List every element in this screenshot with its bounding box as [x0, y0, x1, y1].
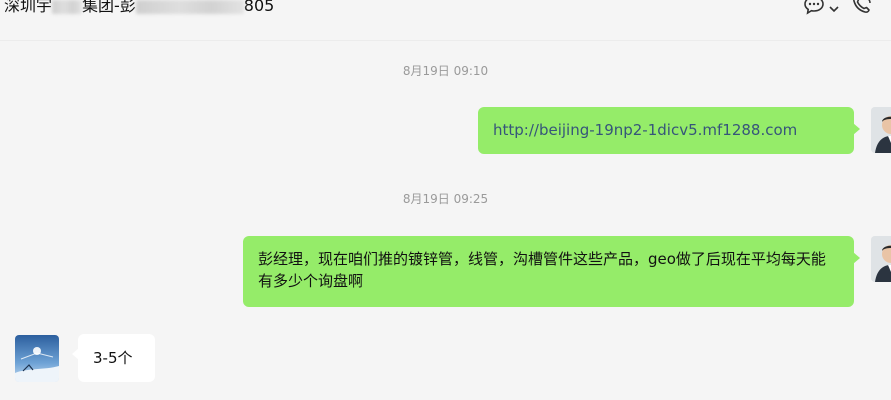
my-avatar[interactable]: [871, 107, 891, 153]
voice-call-button[interactable]: [851, 0, 873, 19]
message-text: 3-5个: [93, 349, 133, 367]
chat-title[interactable]: 深圳宇 集团-彭 805: [4, 0, 274, 18]
sent-message-bubble[interactable]: 彭经理，现在咱们推的镀锌管，线管，沟槽管件这些产品，geo做了后现在平均每天能有…: [243, 236, 860, 307]
contact-avatar[interactable]: [15, 335, 59, 382]
message-timestamp: 8月19日 09:10: [402, 64, 489, 78]
chat-title-part1: 深圳宇: [4, 0, 53, 15]
received-message-bubble[interactable]: 3-5个: [72, 334, 155, 382]
chat-title-part3: 805: [243, 0, 275, 15]
redacted-blur: [52, 0, 83, 14]
my-avatar[interactable]: [871, 236, 891, 282]
message-timestamp: 8月19日 09:25: [402, 192, 489, 206]
message-text: 彭经理，现在咱们推的镀锌管，线管，沟槽管件这些产品，geo做了后现在平均每天能有…: [258, 250, 826, 290]
chat-title-part2: 集团-彭: [82, 0, 136, 15]
chevron-down-icon: [829, 0, 839, 17]
phone-icon: [851, 0, 873, 19]
header-actions: [803, 0, 873, 18]
chat-icon: [803, 0, 825, 19]
chat-options-button[interactable]: [803, 0, 839, 19]
message-link[interactable]: http://beijing-19np2-1dicv5.mf1288.com: [493, 121, 797, 139]
chat-header: 深圳宇 集团-彭 805: [0, 0, 891, 41]
redacted-blur: [135, 0, 244, 14]
sent-message-bubble[interactable]: http://beijing-19np2-1dicv5.mf1288.com: [478, 107, 860, 154]
